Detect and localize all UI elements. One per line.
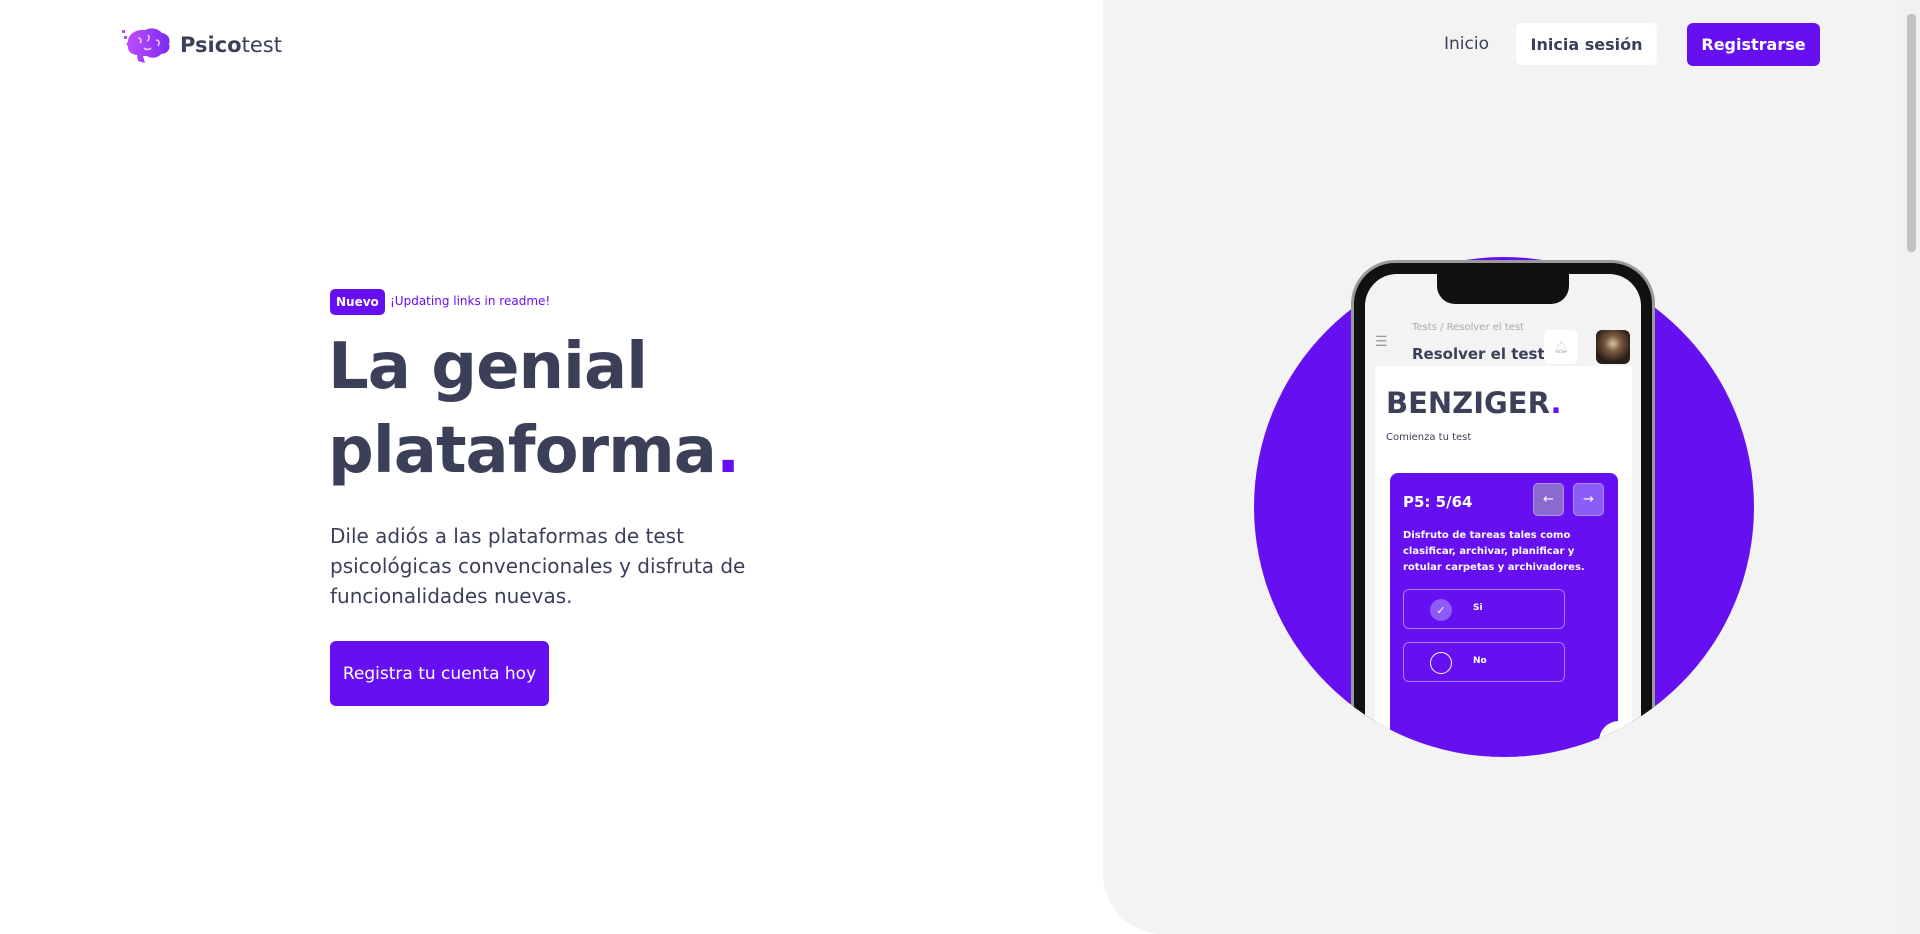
register-button[interactable]: Registrarse xyxy=(1687,23,1820,66)
announcement-link[interactable]: ¡Updating links in readme! xyxy=(390,294,550,308)
test-subtitle: Comienza tu test xyxy=(1386,432,1472,443)
breadcrumb: Tests / Resolver el test xyxy=(1412,322,1525,333)
signup-cta-button[interactable]: Registra tu cuenta hoy xyxy=(330,641,549,706)
brain-icon xyxy=(122,28,170,63)
arrow-left-icon: ← xyxy=(1533,483,1564,516)
page-title: Resolver el test xyxy=(1412,345,1545,363)
menu-icon: ☰ xyxy=(1375,334,1388,350)
title-line-1: La genial xyxy=(328,330,648,404)
bell-icon: 🔔︎ xyxy=(1544,330,1578,364)
radio-icon xyxy=(1430,652,1452,674)
scrollbar-thumb[interactable] xyxy=(1907,14,1916,252)
phone-notch xyxy=(1437,274,1569,304)
nav-home-link[interactable]: Inicio xyxy=(1444,34,1489,54)
question-card: P5: 5/64 ← → Disfruto de tareas tales co… xyxy=(1390,473,1618,780)
question-text: Disfruto de tareas tales como clasificar… xyxy=(1403,530,1585,573)
option-si: ✓ Si xyxy=(1403,589,1565,629)
brand-name-bold: Psico xyxy=(180,33,242,57)
hero-title: La genial plataforma. xyxy=(328,325,740,493)
hero-description: Dile adiós a las plataformas de test psi… xyxy=(330,524,746,608)
scrollbar[interactable] xyxy=(1903,0,1920,934)
test-card: BENZIGER. Comienza tu test P5: 5/64 ← → … xyxy=(1375,366,1632,780)
title-line-2: plataforma xyxy=(328,414,717,488)
option-no: No xyxy=(1403,642,1565,682)
brand-name-rest: test xyxy=(241,33,282,57)
new-badge: Nuevo xyxy=(330,289,385,315)
avatar xyxy=(1596,330,1630,364)
check-icon: ✓ xyxy=(1430,599,1452,621)
test-name: BENZIGER. xyxy=(1386,386,1562,420)
brand-logo[interactable]: Psicotest xyxy=(120,26,282,64)
login-button[interactable]: Inicia sesión xyxy=(1516,23,1657,65)
title-dot: . xyxy=(715,414,740,488)
arrow-right-icon: → xyxy=(1573,483,1604,516)
phone-mockup: ☰ Tests / Resolver el test Resolver el t… xyxy=(1351,260,1655,780)
question-progress: P5: 5/64 xyxy=(1403,493,1473,511)
